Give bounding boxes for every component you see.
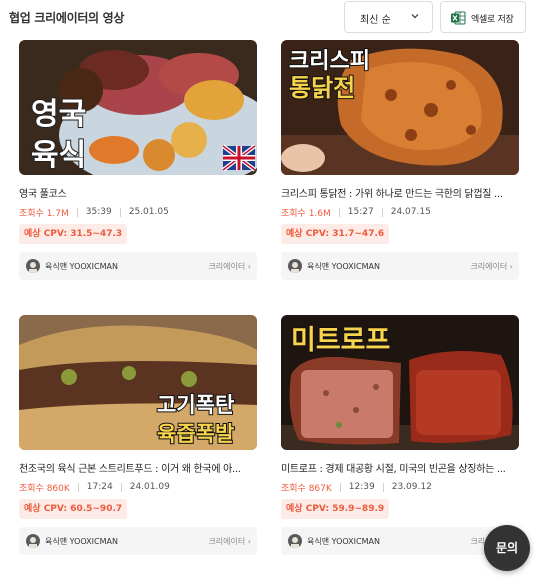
chevron-right-icon: ›: [247, 537, 251, 546]
chevron-right-icon: ›: [247, 262, 251, 271]
upload-date: 24.07.15: [390, 207, 431, 217]
creator-link-label: 크리에이터: [208, 262, 246, 271]
creator-link-label: 크리에이터: [208, 537, 246, 546]
divider: [120, 482, 122, 492]
view-count: 조회수 1.7M: [19, 208, 69, 219]
video-thumbnail[interactable]: 미트로프: [281, 315, 519, 450]
sort-select[interactable]: 최신 순: [344, 1, 433, 33]
creator-link[interactable]: 크리에이터 ›: [470, 261, 513, 272]
page-title: 협업 크리에이터의 영상: [9, 11, 125, 25]
divider: [339, 482, 341, 492]
view-count: 조회수 860K: [19, 483, 70, 494]
view-count: 조회수 1.6M: [281, 208, 331, 219]
creator-link-label: 크리에이터: [470, 262, 508, 271]
video-thumbnail[interactable]: 고기폭탄 육즙폭발: [19, 315, 257, 450]
section-header: 협업 크리에이터의 영상 최신 순 엑셀로 저장: [0, 0, 541, 34]
view-count: 조회수 867K: [281, 483, 332, 494]
thumbnail-caption: 영국: [31, 97, 86, 132]
sort-select-label: 최신 순: [360, 15, 391, 26]
video-duration: 35:39: [85, 207, 112, 217]
thumbnail-caption: 육즙폭발: [157, 422, 234, 446]
upload-date: 24.01.09: [129, 482, 170, 492]
creator-row[interactable]: 육식맨 YOOXICMAN 크리에이터 ›: [19, 527, 257, 555]
avatar: [26, 534, 40, 548]
video-title[interactable]: 미트로프 : 경제 대공황 시절, 미국의 빈곤을 상징하는 ...: [281, 460, 519, 475]
video-title[interactable]: 크리스피 통닭전 : 가위 하나로 만드는 극한의 닭껍질 ...: [281, 185, 519, 200]
excel-save-label: 엑셀로 저장: [471, 15, 514, 25]
video-stats: 조회수 860K 17:24 24.01.09: [19, 481, 170, 494]
thumbnail-caption: 고기폭탄: [157, 393, 234, 417]
excel-icon: [451, 11, 466, 25]
video-title[interactable]: 영국 풀코스: [19, 185, 257, 200]
uk-flag-icon: [221, 144, 257, 172]
divider: [76, 207, 78, 217]
divider: [382, 482, 384, 492]
inquiry-chat-label: 문의: [495, 541, 519, 555]
thumbnail-caption: 통닭전: [289, 74, 355, 102]
upload-date: 23.09.12: [391, 482, 432, 492]
video-stats: 조회수 1.6M 15:27 24.07.15: [281, 206, 431, 219]
thumbnail-caption: 육식: [31, 138, 86, 173]
divider: [119, 207, 121, 217]
thumbnail-caption: 크리스피: [289, 49, 370, 74]
video-stats: 조회수 867K 12:39 23.09.12: [281, 481, 432, 494]
creator-name: 육식맨 YOOXICMAN: [307, 262, 380, 271]
video-thumbnail[interactable]: 크리스피 통닭전: [281, 40, 519, 175]
cpv-badge: 예상 CPV: 31.5~47.3: [19, 224, 128, 244]
divider: [77, 482, 79, 492]
avatar: [26, 259, 40, 273]
creator-link[interactable]: 크리에이터 ›: [208, 536, 251, 547]
cpv-badge: 예상 CPV: 31.7~47.6: [281, 224, 390, 244]
video-duration: 17:24: [86, 482, 113, 492]
video-duration: 15:27: [347, 207, 374, 217]
divider: [381, 207, 383, 217]
chevron-right-icon: ›: [509, 262, 513, 271]
video-title[interactable]: 천조국의 육식 근본 스트리트푸드 : 이거 왜 한국에 아...: [19, 460, 257, 475]
avatar: [288, 259, 302, 273]
video-duration: 12:39: [348, 482, 375, 492]
upload-date: 25.01.05: [128, 207, 169, 217]
creator-row[interactable]: 육식맨 YOOXICMAN 크리에이터 ›: [281, 252, 519, 280]
video-stats: 조회수 1.7M 35:39 25.01.05: [19, 206, 169, 219]
creator-name: 육식맨 YOOXICMAN: [307, 537, 380, 546]
creator-name: 육식맨 YOOXICMAN: [45, 262, 118, 271]
cpv-badge: 예상 CPV: 60.5~90.7: [19, 499, 128, 519]
creator-row[interactable]: 육식맨 YOOXICMAN 크리에이터 ›: [19, 252, 257, 280]
creator-link[interactable]: 크리에이터 ›: [208, 261, 251, 272]
divider: [338, 207, 340, 217]
video-thumbnail[interactable]: 영국 육식: [19, 40, 257, 175]
chevron-down-icon: [411, 14, 419, 19]
creator-name: 육식맨 YOOXICMAN: [45, 537, 118, 546]
thumbnail-caption: 미트로프: [291, 325, 390, 356]
cpv-badge: 예상 CPV: 59.9~89.9: [281, 499, 390, 519]
avatar: [288, 534, 302, 548]
inquiry-chat-button[interactable]: 문의: [484, 525, 530, 571]
excel-save-button[interactable]: 엑셀로 저장: [440, 1, 526, 33]
